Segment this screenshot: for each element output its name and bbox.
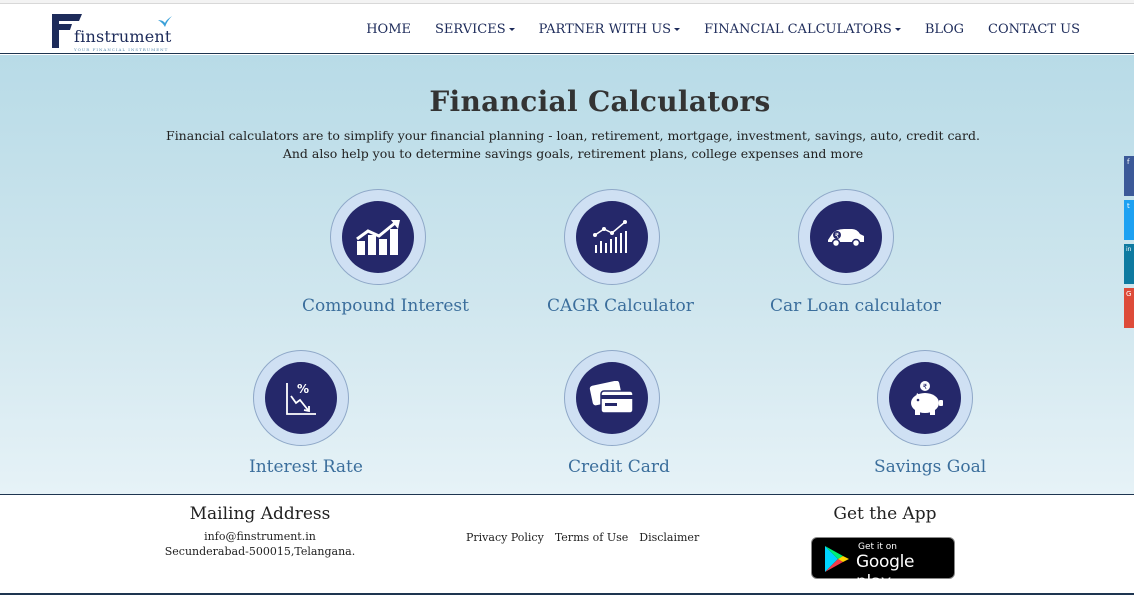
google-play-button[interactable]: Get it on Google play (811, 537, 955, 592)
calc-compound-interest[interactable]: Compound Interest (302, 189, 469, 319)
social-google-plus[interactable]: G (1124, 288, 1134, 328)
calc-savings-goal[interactable]: ₹ Savings Goal (872, 350, 986, 480)
social-twitter[interactable]: t (1124, 200, 1134, 240)
nav-services[interactable]: SERVICES (435, 22, 515, 37)
nav-blog-label: BLOG (924, 21, 965, 37)
page-title: Financial Calculators (429, 85, 771, 118)
subtitle-line-2: And also help you to determine savings g… (282, 146, 864, 161)
disclaimer-link[interactable]: Disclaimer (639, 531, 699, 544)
logo-tagline: YOUR FINANCIAL INSTRUMENT (74, 47, 169, 52)
calc-label: Car Loan calculator (770, 296, 942, 316)
logo-text: finstrument (74, 27, 172, 46)
social-facebook[interactable]: f (1124, 156, 1134, 196)
calc-icon-ring (564, 189, 660, 285)
nav-home-label: HOME (366, 21, 412, 37)
nav-calculators-label: FINANCIAL CALCULATORS (704, 21, 892, 37)
footer-address: Secunderabad-500015,Telangana. (164, 545, 356, 558)
svg-text:%: % (297, 382, 309, 396)
main-nav: HOME SERVICES PARTNER WITH US FINANCIAL … (342, 4, 1080, 54)
page-subtitle: Financial calculators are to simplify yo… (0, 127, 1134, 163)
car-rupee-icon: ₹ (810, 201, 882, 273)
calc-icon-ring (330, 189, 426, 285)
google-plus-icon: G (1126, 290, 1132, 298)
svg-text:₹: ₹ (835, 232, 840, 240)
hero-section: Financial Calculators Financial calculat… (0, 55, 1134, 494)
nav-financial-calculators[interactable]: FINANCIAL CALCULATORS (704, 22, 901, 37)
nav-blog[interactable]: BLOG (925, 22, 964, 37)
calc-label: Compound Interest (302, 296, 469, 316)
footer-links: Privacy Policy Terms of Use Disclaimer (466, 531, 710, 544)
bar-line-chart-icon (576, 201, 648, 273)
nav-contact[interactable]: CONTACT US (988, 22, 1080, 37)
calc-cagr[interactable]: CAGR Calculator (546, 189, 694, 319)
calc-icon-ring (564, 350, 660, 446)
calc-icon-ring: ₹ (877, 350, 973, 446)
caret-down-icon (674, 27, 681, 31)
nav-services-label: SERVICES (435, 21, 506, 37)
social-linkedin[interactable]: in (1124, 244, 1134, 284)
calc-credit-card[interactable]: Credit Card (564, 350, 670, 480)
calc-icon-ring: % (253, 350, 349, 446)
caret-down-icon (894, 27, 901, 31)
privacy-policy-link[interactable]: Privacy Policy (466, 531, 544, 544)
get-app-title: Get the App (833, 504, 937, 524)
calc-label: CAGR Calculator (547, 296, 694, 316)
terms-link[interactable]: Terms of Use (555, 531, 628, 544)
gplay-big-text: Google play (856, 552, 915, 592)
calc-icon-ring: ₹ (798, 189, 894, 285)
footer-email[interactable]: info@finstrument.in (140, 530, 380, 543)
nav-contact-label: CONTACT US (988, 21, 1080, 37)
nav-partner[interactable]: PARTNER WITH US (538, 21, 681, 37)
piggy-bank-icon: ₹ (889, 362, 961, 434)
footer: Mailing Address info@finstrument.in Secu… (0, 494, 1134, 595)
subtitle-line-1: Financial calculators are to simplify yo… (166, 128, 980, 143)
calc-label: Savings Goal (874, 457, 987, 477)
percent-down-icon: % (265, 362, 337, 434)
logo[interactable]: finstrument YOUR FINANCIAL INSTRUMENT (52, 14, 172, 52)
calc-label: Interest Rate (249, 457, 363, 477)
facebook-icon: f (1127, 158, 1130, 166)
calc-label: Credit Card (568, 457, 670, 477)
bird-icon (158, 16, 172, 27)
caret-down-icon (508, 27, 515, 31)
svg-text:₹: ₹ (923, 383, 928, 391)
linkedin-icon: in (1126, 246, 1132, 253)
gplay-small-text: Get it on (858, 542, 898, 552)
calc-car-loan[interactable]: ₹ Car Loan calculator (769, 189, 941, 319)
calc-interest-rate[interactable]: % Interest Rate (248, 350, 363, 480)
nav-home[interactable]: HOME (366, 22, 411, 37)
credit-cards-icon (576, 362, 648, 434)
play-store-icon (825, 546, 849, 572)
nav-partner-label: PARTNER WITH US (538, 21, 672, 37)
twitter-icon: t (1127, 202, 1130, 210)
mailing-address-title: Mailing Address (189, 504, 331, 524)
growth-chart-icon (342, 201, 414, 273)
header: finstrument YOUR FINANCIAL INSTRUMENT HO… (0, 4, 1134, 54)
